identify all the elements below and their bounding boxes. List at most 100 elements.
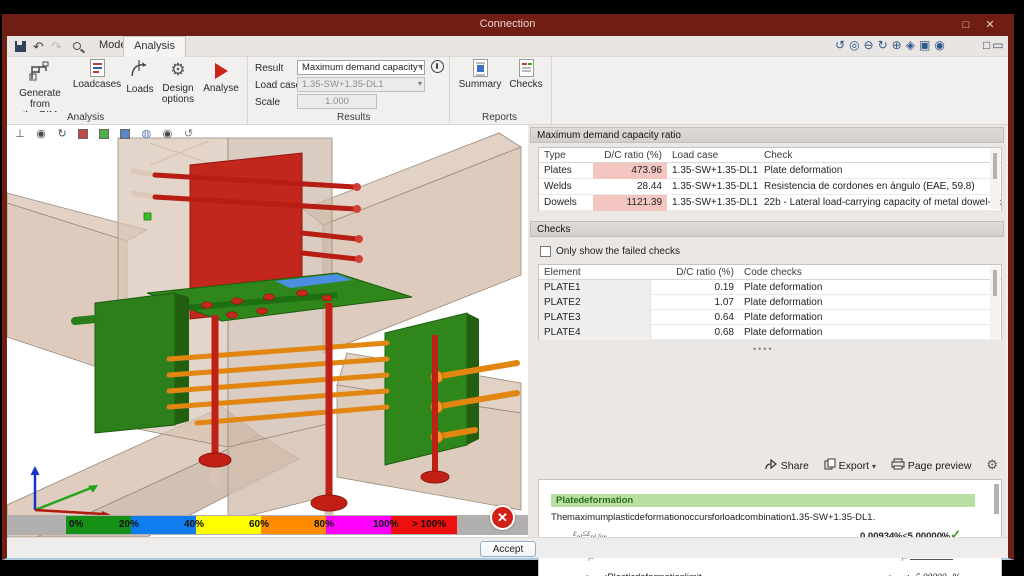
plates-visibility-icon[interactable]: [74, 128, 92, 140]
dcr-table-header: Type D/C ratio (%) Load case Check: [539, 148, 1001, 163]
table-row[interactable]: Dowels 1121.39 1.35-SW+1.35-DL1 22b - La…: [539, 195, 1001, 211]
printer-icon: [891, 458, 905, 470]
loadcases-button[interactable]: Loadcases: [71, 59, 123, 90]
tab-analysis[interactable]: Analysis: [123, 36, 186, 57]
export-button[interactable]: Export ▾: [824, 460, 879, 472]
scale-label: 60%: [249, 519, 269, 530]
maximize-icon[interactable]: □: [958, 17, 974, 33]
checks-button[interactable]: Checks: [505, 59, 547, 90]
scale-label: 20%: [119, 519, 139, 530]
col-type[interactable]: Type: [539, 150, 593, 161]
orbit-icon[interactable]: ◉: [32, 127, 50, 140]
scrollbar[interactable]: [990, 266, 1000, 338]
table-row[interactable]: PLATE3 0.64 Plate deformation: [539, 310, 1001, 325]
splitter-handle[interactable]: ••••: [753, 344, 774, 354]
group-separator: [449, 57, 450, 125]
export-icon: [824, 458, 836, 470]
save-icon[interactable]: [15, 41, 26, 52]
comment-icon[interactable]: ▭: [992, 38, 1005, 52]
dcr-panel-header: Maximum demand capacity ratio: [530, 127, 1004, 143]
caret-down-icon: ▾: [872, 462, 876, 471]
view-nav-toolbar: ↺◎⊖↻⊕◈▣◉: [835, 38, 949, 52]
design-options-button[interactable]: ⚙ Design options: [157, 59, 199, 105]
loads-button[interactable]: Loads: [123, 59, 157, 95]
welds-visibility-icon[interactable]: [95, 128, 113, 140]
axes-icon[interactable]: ⊥: [11, 127, 29, 140]
table-row[interactable]: Welds 28.44 1.35-SW+1.35-DL1 Resistencia…: [539, 179, 1001, 195]
zoom-out-icon[interactable]: ⊖: [864, 38, 878, 52]
ratio-failed: 1121.39: [593, 195, 667, 211]
group-label-analysis: Analysis: [67, 112, 104, 123]
loadcases-icon: [90, 59, 105, 77]
zoom-in-icon[interactable]: ⊕: [892, 38, 906, 52]
col-check[interactable]: Check: [759, 150, 1001, 161]
col-ratio[interactable]: D/C ratio (%): [651, 267, 739, 278]
search-icon[interactable]: [73, 42, 81, 50]
ribbon-tab-row: ↶ ↷ Model Analysis ↺◎⊖↻⊕◈▣◉ □▭: [7, 36, 1008, 57]
report-toolbar: Share Export ▾ Page previ: [753, 457, 998, 473]
table-row[interactable]: PLATE1 0.19 Plate deformation: [539, 280, 1001, 295]
ribbon-group-labels: Analysis Results Reports: [7, 112, 1008, 125]
loadcase-label: Load case: [255, 80, 301, 91]
summary-button[interactable]: Summary: [455, 59, 505, 90]
scrollbar[interactable]: [994, 484, 999, 514]
share-icon: [765, 459, 778, 470]
scale-input[interactable]: 1.000: [297, 94, 377, 109]
spin-icon[interactable]: ↺: [180, 127, 198, 140]
design-options-gear-icon: ⚙: [157, 59, 199, 81]
group-separator: [551, 57, 552, 125]
close-icon[interactable]: ✕: [982, 17, 998, 33]
rotate-view-icon[interactable]: ↺: [835, 38, 849, 52]
report-intro: The maximum plastic deformation occurs f…: [551, 512, 975, 523]
viewer-icon[interactable]: ◉: [934, 38, 948, 52]
viewport-3d[interactable]: ⊥ ◉ ↻ ◍ ◉ ↺ 0% 20% 40% 60: [7, 125, 528, 537]
result-display-icon[interactable]: [431, 60, 444, 73]
share-button[interactable]: Share: [765, 460, 812, 472]
screen: Connection □ ✕ ↶ ↷ Model Analysis ↺◎⊖↻⊕◈…: [0, 0, 1024, 576]
window-layout-icon[interactable]: □: [983, 38, 992, 52]
ribbon: Generate from the BIM model Loadcases Lo…: [7, 57, 1008, 112]
loadcase-dropdown[interactable]: 1.35-SW+1.35-DL1 ▾: [297, 77, 425, 92]
report-settings-gear-icon[interactable]: ⚙: [986, 457, 998, 472]
analyse-button[interactable]: Analyse: [199, 59, 243, 94]
col-codechecks[interactable]: Code checks: [739, 267, 1001, 278]
result-color-scale: 0% 20% 40% 60% 80% 100% > 100%: [7, 515, 528, 535]
rotate-icon[interactable]: ↻: [53, 127, 71, 140]
failed-checks-checkbox[interactable]: [540, 246, 551, 257]
loads-icon: [129, 59, 151, 79]
scale-label: > 100%: [412, 519, 446, 530]
results-panel: Maximum demand capacity ratio Type D/C r…: [528, 125, 1006, 537]
table-row[interactable]: PLATE2 1.07 Plate deformation: [539, 295, 1001, 310]
scale-label: 80%: [314, 519, 334, 530]
pan-icon[interactable]: ◈: [906, 38, 919, 52]
generate-bim-icon: [28, 59, 52, 83]
table-row[interactable]: Plates 473.96 1.35-SW+1.35-DL1 Plate def…: [539, 163, 1001, 179]
checks-table-header: Element D/C ratio (%) Code checks: [539, 265, 1001, 280]
zoom-extents-icon[interactable]: ▣: [919, 38, 934, 52]
eye-icon[interactable]: ◉: [158, 127, 176, 140]
col-element[interactable]: Element: [539, 267, 651, 278]
accept-button[interactable]: Accept: [480, 541, 536, 557]
page-preview-button[interactable]: Page preview: [891, 460, 974, 472]
col-loadcase[interactable]: Load case: [667, 150, 759, 161]
window-title: Connection: [7, 18, 1008, 30]
titlebar: Connection □ ✕: [7, 14, 1008, 36]
col-ratio[interactable]: D/C ratio (%): [593, 150, 667, 161]
chevron-down-icon: ▾: [418, 79, 422, 88]
connection-window: Connection □ ✕ ↶ ↷ Model Analysis ↺◎⊖↻⊕◈…: [2, 14, 1014, 560]
zoom-window-icon[interactable]: ◎: [849, 38, 863, 52]
checks-panel-header: Checks: [530, 221, 1004, 237]
redo-icon[interactable]: ↷: [51, 39, 62, 54]
chevron-down-icon: ▾: [418, 62, 422, 71]
checks-table: Element D/C ratio (%) Code checks PLATE1…: [538, 264, 1002, 340]
report-row-label: εpl,lim: Plastic deformation limit: [585, 572, 702, 576]
scrollbar[interactable]: [990, 149, 1000, 209]
refresh-view-icon[interactable]: ↻: [878, 38, 892, 52]
report-preview: Plate deformation The maximum plastic de…: [538, 479, 1002, 576]
undo-icon[interactable]: ↶: [33, 39, 44, 54]
close-results-icon[interactable]: ✕: [490, 505, 515, 530]
bolts-visibility-icon[interactable]: [116, 128, 134, 140]
table-row[interactable]: PLATE4 0.68 Plate deformation: [539, 325, 1001, 340]
result-dropdown[interactable]: Maximum demand capacity ratio ▾: [297, 60, 425, 75]
mesh-icon[interactable]: ◍: [137, 127, 155, 140]
